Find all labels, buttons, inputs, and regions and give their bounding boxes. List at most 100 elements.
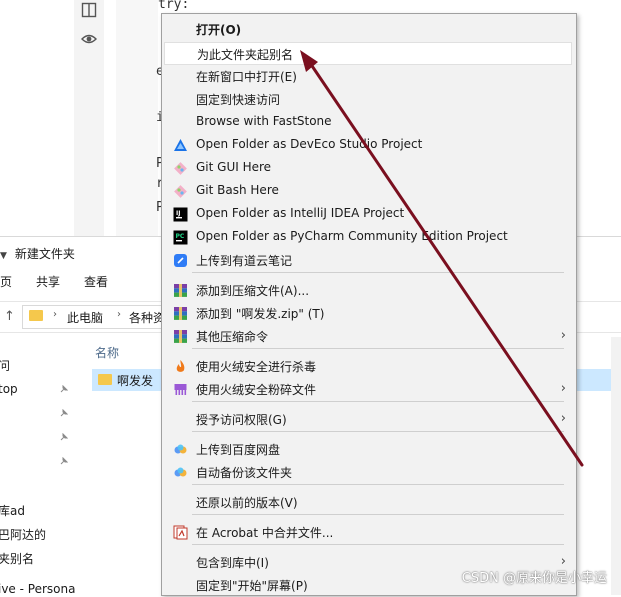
folder-icon [29, 310, 43, 321]
context-menu-item-label: 在新窗口中打开(E) [196, 70, 297, 84]
baidu-netdisk-icon [173, 442, 188, 457]
context-menu-item[interactable]: 添加到压缩文件(A)... [164, 279, 572, 302]
context-menu-item-label: 固定到快速访问 [196, 93, 281, 107]
context-menu-item-label: Open Folder as PyCharm Community Edition… [196, 229, 508, 243]
chevron-right-icon: › [560, 411, 566, 426]
pin-icon[interactable] [60, 385, 68, 393]
context-menu-item[interactable]: 使用火绒安全粉碎文件 › [164, 378, 572, 401]
window-title: 新建文件夹 [14, 247, 75, 261]
tab-home[interactable]: 页 [0, 273, 12, 290]
code-line: try: [158, 0, 190, 12]
split-view-icon[interactable] [81, 2, 97, 18]
file-name: 啊发发 [117, 374, 154, 388]
context-menu-item-label: 使用火绒安全粉碎文件 [196, 383, 317, 397]
svg-text:IJ: IJ [176, 210, 180, 217]
context-menu: 打开(O) 为此文件夹起别名 在新窗口中打开(E) 固定到快速访问 Browse wit… [161, 13, 577, 596]
context-menu-item-label: 包含到库中(I) [196, 556, 269, 570]
context-menu-item[interactable]: 上传到有道云笔记 [164, 249, 572, 272]
context-menu-item[interactable]: 为此文件夹起别名 [164, 42, 572, 65]
menu-separator [192, 544, 564, 545]
chevron-down-icon[interactable]: ▼ [0, 251, 7, 261]
context-menu-item[interactable]: IJ Open Folder as IntelliJ IDEA Project [164, 203, 572, 226]
editor-text-area [116, 0, 158, 236]
context-menu-item-label: Git GUI Here [196, 160, 272, 174]
winrar-icon [173, 306, 188, 321]
context-menu-item[interactable]: 自动备份该文件夹 [164, 461, 572, 484]
nav-pane-item[interactable]: 巴阿达的 [0, 526, 46, 543]
menu-separator [192, 431, 564, 432]
context-menu-item-label: 固定到"开始"屏幕(P) [196, 579, 308, 593]
menu-separator [192, 484, 564, 485]
context-menu-item[interactable]: PC Open Folder as PyCharm Community Editi… [164, 226, 572, 249]
context-menu-item[interactable]: 添加到 "啊发发.zip" (T) [164, 302, 572, 325]
explorer-title-bar: ▼ 新建文件夹 [0, 245, 75, 262]
context-menu-item-label: 添加到 "啊发发.zip" (T) [196, 307, 325, 321]
context-menu-item-label: Git Bash Here [196, 183, 279, 197]
deveco-icon [173, 138, 188, 153]
pin-icon[interactable] [60, 457, 68, 465]
scrollbar[interactable] [611, 337, 621, 595]
menu-separator [192, 348, 564, 349]
folder-icon [98, 374, 112, 385]
context-menu-item-label: 为此文件夹起别名 [197, 48, 294, 62]
nav-pane-item[interactable]: 问 [0, 357, 10, 374]
context-menu-item-label: 打开(O) [196, 23, 242, 37]
huorong-scan-icon [173, 359, 188, 374]
breadcrumb-item[interactable]: 此电脑 [67, 309, 103, 326]
nav-pane-item[interactable]: top [0, 382, 18, 396]
up-arrow-icon[interactable]: ↑ [4, 309, 15, 324]
huorong-shred-icon [173, 382, 188, 397]
watermark: CSDN @原来你是小幸运 [461, 571, 607, 586]
acrobat-icon [173, 525, 188, 540]
winrar-icon [173, 329, 188, 344]
baidu-netdisk-icon [173, 465, 188, 480]
context-menu-item-label: Browse with FastStone [196, 114, 332, 128]
winrar-icon [173, 283, 188, 298]
nav-pane-item[interactable]: 库ad [0, 502, 25, 519]
context-menu-item[interactable]: 打开(O) [164, 18, 572, 41]
git-gui-icon [173, 161, 188, 176]
chevron-right-icon: › [560, 328, 566, 343]
context-menu-item[interactable]: 上传到百度网盘 [164, 438, 572, 461]
tab-share[interactable]: 共享 [36, 273, 60, 290]
context-menu-item[interactable]: Git GUI Here [164, 157, 572, 180]
menu-separator [192, 272, 564, 273]
ribbon-tabs: 页 共享 查看 [0, 273, 132, 290]
context-menu-item[interactable]: 使用火绒安全进行杀毒 [164, 355, 572, 378]
context-menu-item[interactable]: Open Folder as DevEco Studio Project [164, 134, 572, 157]
git-bash-icon [173, 184, 188, 199]
context-menu-item-label: 添加到压缩文件(A)... [196, 284, 310, 298]
context-menu-item[interactable]: Git Bash Here [164, 180, 572, 203]
context-menu-item-label: 使用火绒安全进行杀毒 [196, 360, 317, 374]
context-menu-item[interactable]: 在新窗口中打开(E) [164, 65, 572, 88]
context-menu-item[interactable]: 其他压缩命令 › [164, 325, 572, 348]
nav-pane-item[interactable]: 夹别名 [0, 550, 34, 567]
context-menu-item[interactable]: Browse with FastStone [164, 111, 572, 134]
context-menu-item-label: 授予访问权限(G) [196, 413, 287, 427]
pin-icon[interactable] [60, 433, 68, 441]
menu-separator [192, 514, 564, 515]
tab-view[interactable]: 查看 [84, 273, 108, 290]
context-menu-item[interactable]: 在 Acrobat 中合并文件... [164, 521, 572, 544]
pycharm-icon: PC [173, 230, 188, 245]
context-menu-item-label: Open Folder as IntelliJ IDEA Project [196, 206, 405, 220]
context-menu-item-label: 其他压缩命令 [196, 330, 269, 344]
context-menu-item-label: 自动备份该文件夹 [196, 466, 293, 480]
context-menu-item[interactable]: 还原以前的版本(V) [164, 491, 572, 514]
context-menu-item-label: 还原以前的版本(V) [196, 496, 298, 510]
context-menu-item[interactable]: 固定到快速访问 [164, 88, 572, 111]
chevron-right-icon: › [560, 381, 566, 396]
chevron-right-icon[interactable]: › [53, 309, 57, 320]
eye-icon[interactable] [81, 31, 97, 47]
context-menu-item-label: 上传到有道云笔记 [196, 254, 293, 268]
context-menu-item[interactable]: 授予访问权限(G) › [164, 408, 572, 431]
pin-icon[interactable] [60, 409, 68, 417]
menu-separator [192, 401, 564, 402]
breadcrumb-item[interactable]: 各种资 [129, 309, 165, 326]
context-menu-item-label: Open Folder as DevEco Studio Project [196, 137, 423, 151]
chevron-right-icon[interactable]: › [117, 309, 121, 320]
svg-text:PC: PC [176, 233, 185, 240]
context-menu-item-label: 上传到百度网盘 [196, 443, 281, 457]
column-header-name[interactable]: 名称 [95, 344, 119, 361]
editor-gutter [74, 0, 104, 236]
